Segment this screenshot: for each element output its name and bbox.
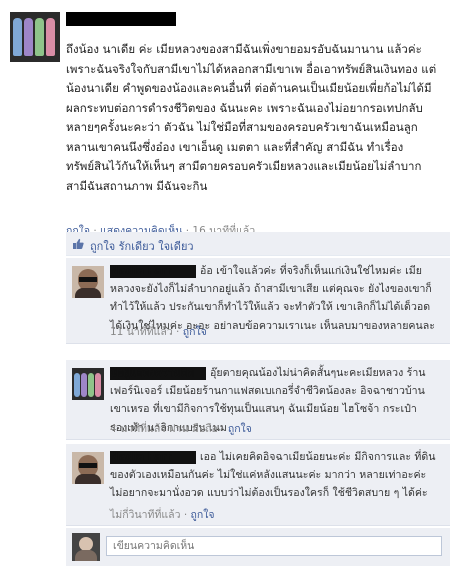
- likes-names[interactable]: ถูกใจ รักเดียว ใจเดียว: [90, 237, 194, 255]
- comment-like-link[interactable]: ถูกใจ: [191, 509, 215, 521]
- comment-meta: 4 นาทีที่แล้ว ผ่าน มือถือ · ถูกใจ: [110, 420, 252, 437]
- likes-bar: ถูกใจ รักเดียว ใจเดียว: [66, 232, 450, 256]
- comment-timestamp[interactable]: 4 นาทีที่แล้ว ผ่าน มือถือ: [110, 423, 218, 435]
- separator: ·: [172, 326, 183, 338]
- comment-body: เออ ไม่เคยคิดอิจฉาเมียน้อยนะค่ะ มีกิจการ…: [110, 451, 436, 500]
- comment-like-link[interactable]: ถูกใจ: [183, 326, 207, 338]
- write-comment-box: เขียนความคิดเห็น: [66, 528, 450, 566]
- viewer-avatar: [72, 533, 100, 561]
- separator: ·: [217, 423, 228, 435]
- comment-body: อ้อ เข้าใจแล้วค่ะ ที่จริงก็เห็นแก่เงินใช…: [110, 265, 435, 332]
- post-text: ถึงน้อง นาเดีย ค่ะ เมียหลวงของสามีฉันเพิ…: [66, 42, 437, 193]
- comment-like-link[interactable]: ถูกใจ: [228, 423, 252, 435]
- comment-timestamp[interactable]: 11 นาทีที่แล้ว: [110, 326, 173, 338]
- comment-item: Nadia Farr อ้อ เข้าใจแล้วค่ะ ที่จริงก็เห…: [66, 258, 450, 344]
- comment-meta: 11 นาทีที่แล้ว · ถูกใจ: [110, 323, 207, 340]
- author-avatar[interactable]: [10, 12, 60, 62]
- separator: ·: [180, 509, 191, 521]
- comment-text: เออ ไม่เคยคิดอิจฉาเมียน้อยนะค่ะ มีกิจการ…: [110, 448, 440, 503]
- comment-input[interactable]: เขียนความคิดเห็น: [106, 536, 442, 556]
- comment-item: ชื่อผู้แสดงความคิดเห็น อุ๊ยตายคุณน้องไม่…: [66, 360, 450, 440]
- commenter-avatar[interactable]: [72, 266, 104, 298]
- author-name[interactable]: ชื่อผู้โพสต์: [66, 12, 176, 26]
- comment-meta: ไม่กี่วินาทีที่แล้ว · ถูกใจ: [110, 506, 215, 523]
- comment-timestamp[interactable]: ไม่กี่วินาทีที่แล้ว: [110, 509, 180, 521]
- comment-item: Nadia Farr เออ ไม่เคยคิดอิจฉาเมียน้อยนะค…: [66, 444, 450, 526]
- commenter-avatar[interactable]: [72, 368, 104, 400]
- commenter-avatar[interactable]: [72, 452, 104, 484]
- thumbs-up-icon: [73, 238, 84, 249]
